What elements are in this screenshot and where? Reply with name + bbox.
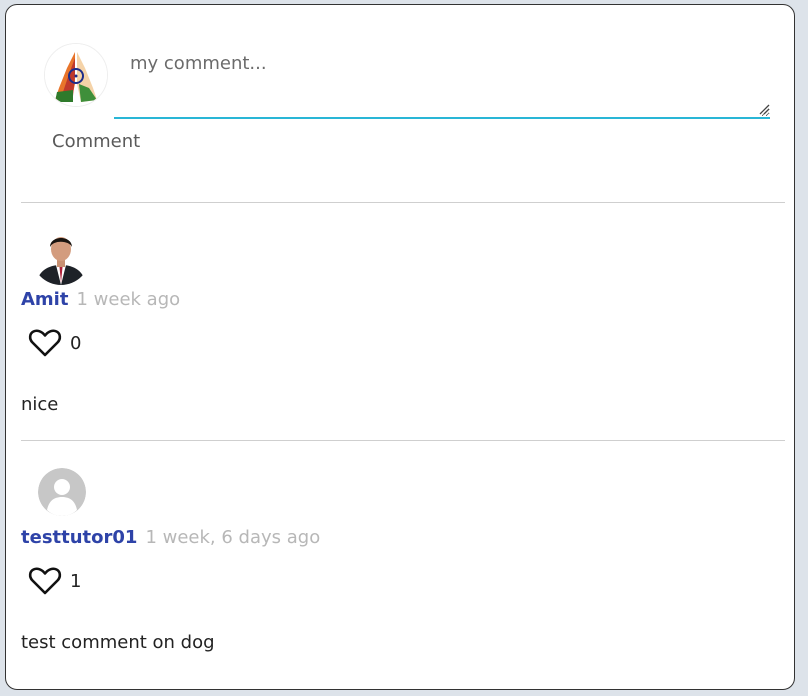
comment-author-link[interactable]: testtutor01 xyxy=(21,527,137,548)
comment-text: test comment on dog xyxy=(21,632,215,653)
default-avatar-icon xyxy=(38,468,86,516)
heart-like-icon[interactable] xyxy=(28,328,62,358)
heart-like-icon[interactable] xyxy=(28,566,62,596)
divider xyxy=(21,202,785,203)
like-control: 1 xyxy=(28,566,81,596)
comment-author-link[interactable]: Amit xyxy=(21,289,68,310)
like-count: 0 xyxy=(70,332,82,354)
india-hands-avatar-icon xyxy=(45,44,107,106)
comments-card: Comment Amit 1 week ago 0 nice xyxy=(5,4,795,690)
like-count: 1 xyxy=(70,570,82,592)
user-avatar xyxy=(32,227,90,285)
like-control: 0 xyxy=(28,328,81,358)
comment-timestamp: 1 week ago xyxy=(76,289,181,310)
comment-timestamp: 1 week, 6 days ago xyxy=(145,527,321,548)
comment-composer: Comment xyxy=(6,5,794,203)
current-user-avatar xyxy=(44,43,108,107)
comment-meta: testtutor01 1 week, 6 days ago xyxy=(21,527,320,548)
resize-grip-icon[interactable] xyxy=(758,103,770,115)
comment-text: nice xyxy=(21,394,59,415)
comment-meta: Amit 1 week ago xyxy=(21,289,180,310)
comment-submit-button[interactable]: Comment xyxy=(52,131,140,152)
comment-input[interactable] xyxy=(114,43,770,119)
divider xyxy=(21,440,785,441)
user-photo-icon xyxy=(32,227,90,285)
user-avatar xyxy=(38,468,86,516)
